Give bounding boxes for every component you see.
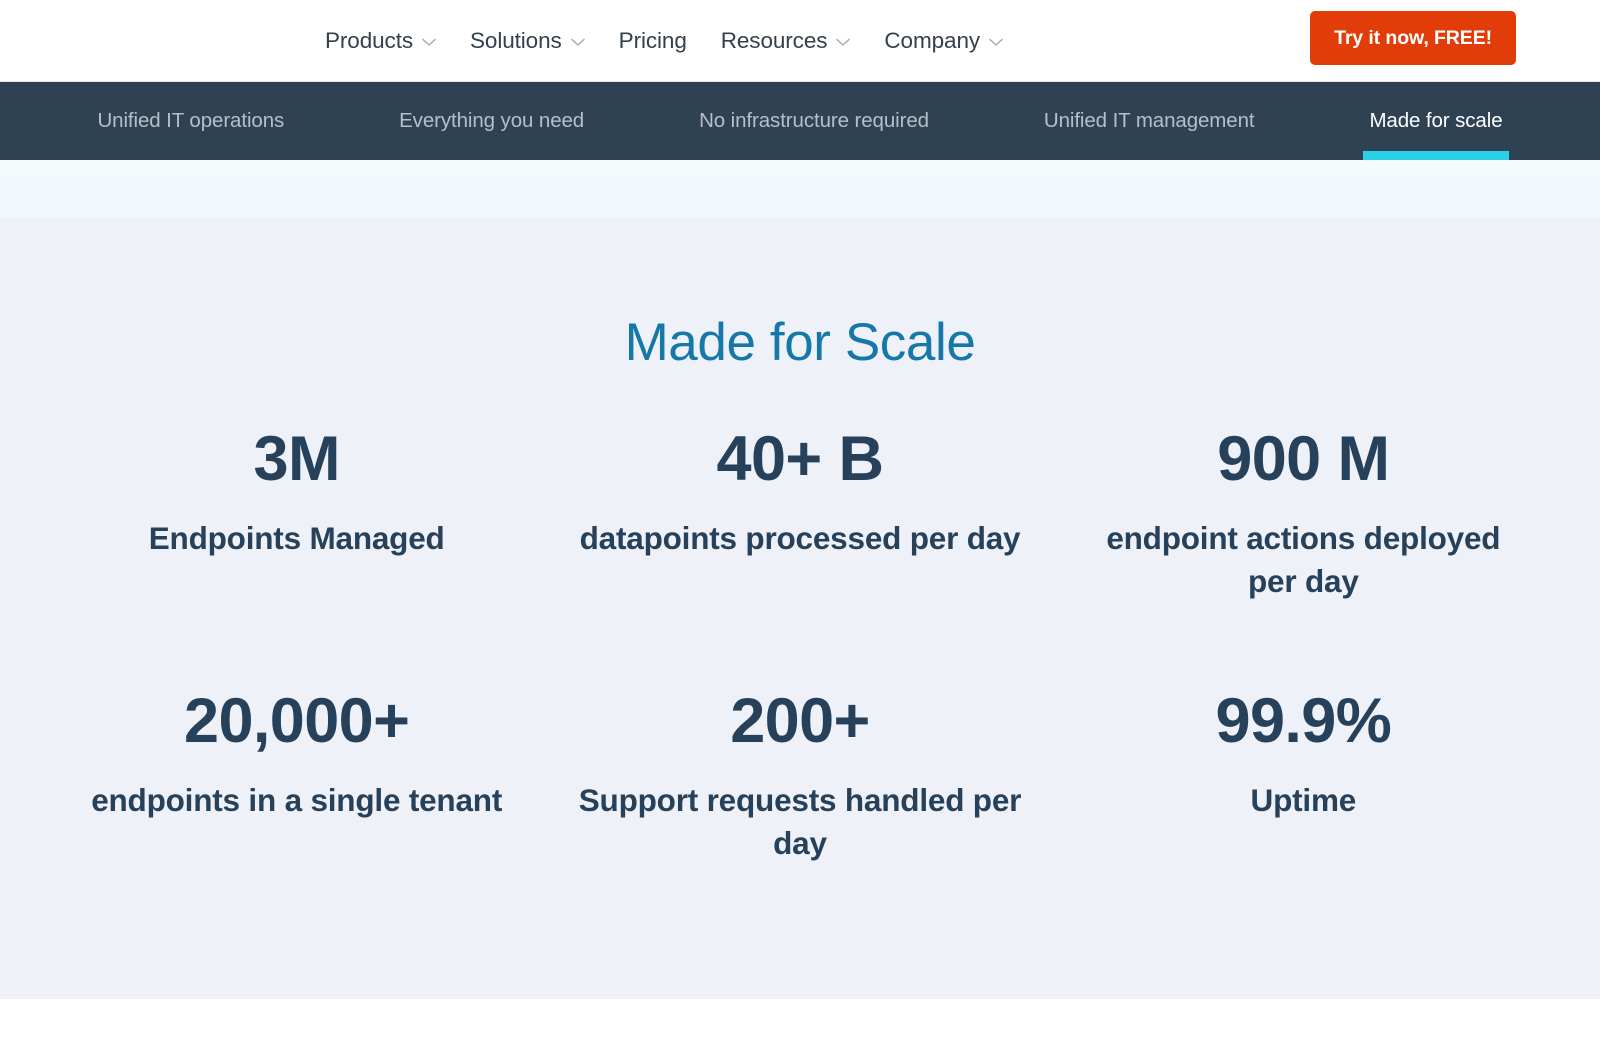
stat-card-endpoint-actions-deployed: 900 M endpoint actions deployed per day — [1052, 428, 1555, 690]
stat-value: 20,000+ — [73, 690, 520, 753]
stat-value: 40+ B — [576, 428, 1023, 491]
nav-item-label: Company — [884, 28, 980, 54]
chevron-down-icon — [422, 38, 436, 47]
anchor-item-label: Unified IT management — [1044, 109, 1255, 133]
page-title: Made for Scale — [0, 314, 1600, 372]
section-transition-band — [0, 160, 1600, 218]
chevron-down-icon — [989, 38, 1003, 47]
stat-label: endpoints in a single tenant — [73, 779, 520, 822]
page-bottom-spacer — [0, 999, 1600, 1039]
chevron-down-icon — [836, 38, 850, 47]
stat-value: 900 M — [1080, 428, 1527, 491]
anchor-nav-items: Unified IT operations Everything you nee… — [0, 82, 1600, 160]
stat-card-datapoints-processed: 40+ B datapoints processed per day — [548, 428, 1051, 690]
stat-card-endpoints-managed: 3M Endpoints Managed — [45, 428, 548, 690]
active-tab-underline — [1363, 151, 1508, 160]
nav-item-label: Pricing — [619, 28, 687, 54]
nav-item-pricing[interactable]: Pricing — [602, 18, 704, 64]
made-for-scale-section: Made for Scale 3M Endpoints Managed 40+ … — [0, 218, 1600, 999]
anchor-item-unified-it-management[interactable]: Unified IT management — [1028, 82, 1271, 160]
anchor-item-no-infrastructure-required[interactable]: No infrastructure required — [683, 82, 945, 160]
stat-label: endpoint actions deployed per day — [1080, 517, 1527, 603]
anchor-item-made-for-scale[interactable]: Made for scale — [1353, 82, 1518, 160]
anchor-item-label: Everything you need — [399, 109, 584, 133]
stat-value: 3M — [73, 428, 520, 491]
anchor-item-label: Unified IT operations — [97, 109, 284, 133]
anchor-navigation-bar: Unified IT operations Everything you nee… — [0, 82, 1600, 160]
anchor-item-label: Made for scale — [1369, 109, 1502, 133]
nav-item-solutions[interactable]: Solutions — [453, 18, 602, 64]
nav-item-company[interactable]: Company — [867, 18, 1020, 64]
stat-label: datapoints processed per day — [576, 517, 1023, 560]
chevron-down-icon — [571, 38, 585, 47]
top-navigation-bar: Products Solutions Pricing Resources Com… — [0, 0, 1600, 82]
stat-value: 99.9% — [1080, 690, 1527, 753]
nav-item-resources[interactable]: Resources — [704, 18, 868, 64]
anchor-item-everything-you-need[interactable]: Everything you need — [383, 82, 600, 160]
stat-card-support-requests: 200+ Support requests handled per day — [548, 690, 1051, 865]
nav-item-label: Solutions — [470, 28, 562, 54]
nav-item-label: Products — [325, 28, 413, 54]
try-it-now-free-button[interactable]: Try it now, FREE! — [1310, 11, 1516, 65]
anchor-item-unified-it-operations[interactable]: Unified IT operations — [81, 82, 300, 160]
nav-item-label: Resources — [721, 28, 828, 54]
stat-card-endpoints-single-tenant: 20,000+ endpoints in a single tenant — [45, 690, 548, 865]
statistics-grid: 3M Endpoints Managed 40+ B datapoints pr… — [45, 372, 1555, 865]
stat-label: Support requests handled per day — [576, 779, 1023, 865]
stat-value: 200+ — [576, 690, 1023, 753]
primary-nav-menu: Products Solutions Pricing Resources Com… — [308, 18, 1020, 64]
stat-label: Uptime — [1080, 779, 1527, 822]
anchor-item-label: No infrastructure required — [699, 109, 929, 133]
nav-item-products[interactable]: Products — [308, 18, 453, 64]
stat-card-uptime: 99.9% Uptime — [1052, 690, 1555, 865]
stat-label: Endpoints Managed — [73, 517, 520, 560]
